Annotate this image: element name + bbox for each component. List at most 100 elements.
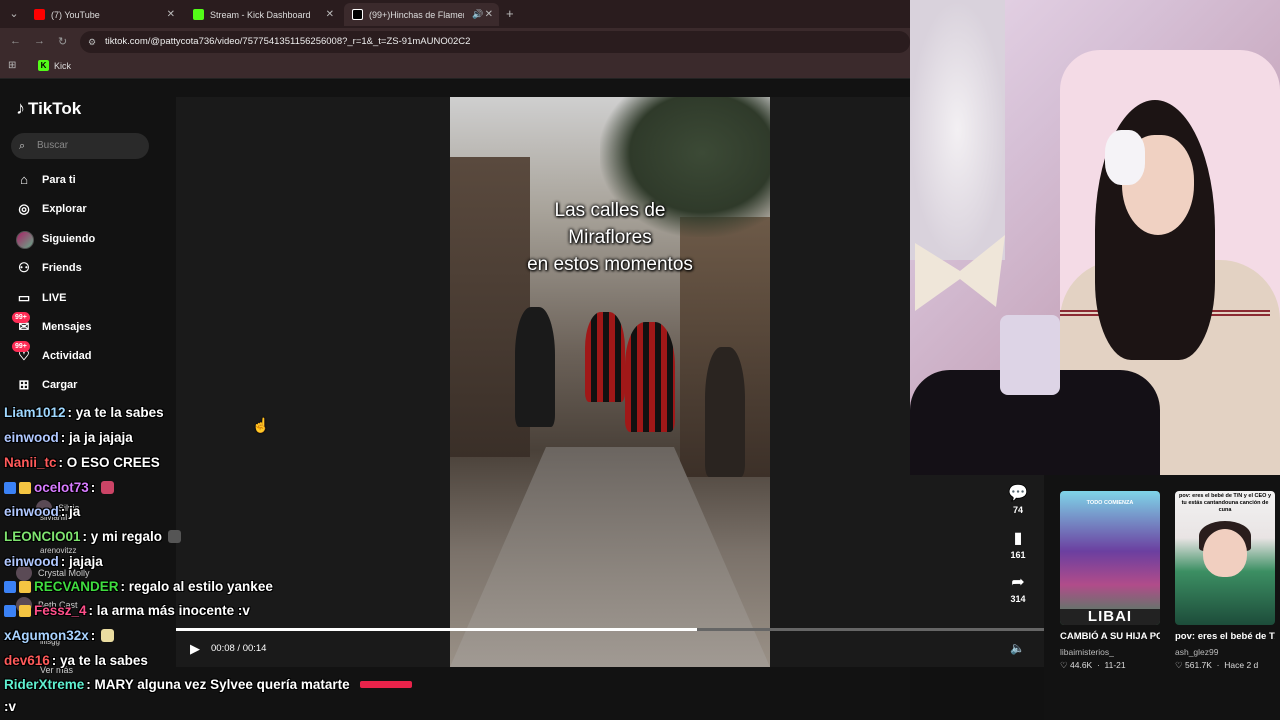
chat-emote-icon — [101, 481, 115, 494]
compass-icon: ◎ — [18, 201, 30, 216]
chat-text: : ya te la sabes — [51, 653, 148, 668]
share-button[interactable]: ➦ 314 — [1005, 574, 1031, 604]
chat-text: : regalo al estilo yankee — [120, 579, 273, 594]
thumbnail-overlay-text: TODO COMIENZA — [1086, 500, 1134, 506]
video-scene-person — [515, 307, 555, 427]
webcam-christmas-tree — [910, 0, 1005, 260]
new-tab-button[interactable]: + — [506, 6, 514, 21]
comment-icon: 💬 — [1008, 485, 1028, 502]
chat-text: : ja ja jajaja — [60, 430, 133, 445]
play-icon[interactable]: ▶ — [190, 642, 204, 656]
chat-username[interactable]: RiderXtreme — [4, 677, 84, 692]
tab-tiktok[interactable]: (99+)Hinchas de Flamengo 🔊 ✕ — [344, 3, 499, 26]
address-bar[interactable]: ⚙ tiktok.com/@pattycota736/video/7577541… — [80, 31, 910, 53]
nav-cargar[interactable]: ⊞ Cargar — [16, 374, 78, 396]
chat-username[interactable]: Liam1012 — [4, 405, 66, 420]
nav-mensajes[interactable]: ✉ 99+ Mensajes — [12, 312, 92, 338]
nav-label: Cargar — [42, 379, 78, 391]
chat-message: LEONCIO01: y mi regalo — [4, 529, 182, 544]
tab-search-icon[interactable]: ⌄ — [5, 5, 23, 23]
nav-label: Mensajes — [42, 321, 92, 333]
chat-username[interactable]: dev616 — [4, 653, 50, 668]
progress-fill — [176, 628, 697, 631]
nav-actividad[interactable]: ♡ 99+ Actividad — [12, 341, 92, 367]
subscriber-badge-icon — [19, 481, 31, 494]
video-time: 00:08 / 00:14 — [211, 643, 267, 654]
volume-icon[interactable]: 🔈 — [1010, 641, 1025, 655]
speaker-icon[interactable]: 🔊 — [472, 9, 483, 20]
nav-friends[interactable]: ⚇ Friends — [16, 257, 82, 279]
tab-youtube[interactable]: (7) YouTube ✕ — [26, 3, 181, 26]
chat-username[interactable]: einwood — [4, 430, 59, 445]
video-scene-person — [705, 347, 745, 477]
reload-icon[interactable]: ↻ — [58, 35, 67, 48]
nav-explorar[interactable]: ◎ Explorar — [16, 198, 86, 220]
chat-text: : y mi regalo — [82, 529, 163, 544]
nav-siguiendo[interactable]: Siguiendo — [16, 228, 95, 250]
chat-username[interactable]: ocelot73 — [34, 480, 89, 495]
chat-message: Fessz_4: la arma más inocente :v — [4, 603, 250, 618]
suggested-video-meta: ♡ 561.7K · Hace 2 d — [1175, 660, 1259, 670]
suggested-video-title[interactable]: pov: eres el bebé de T/N y el CEO #ynpo.… — [1175, 630, 1275, 644]
close-tab-icon[interactable]: ✕ — [167, 9, 175, 20]
webcam-feed — [910, 0, 1280, 475]
chat-username[interactable]: xAgumon32x — [4, 628, 89, 643]
post-date: 11-21 — [1104, 660, 1126, 670]
youtube-favicon-icon — [34, 9, 45, 20]
share-count: 314 — [1010, 594, 1026, 604]
bookmarks-bar: ⊞ K Kick — [0, 55, 910, 79]
video-thumbnail[interactable]: TODO COMIENZA LIBAI — [1060, 491, 1160, 625]
share-icon: ➦ — [1011, 574, 1025, 591]
close-tab-icon[interactable]: ✕ — [485, 9, 493, 20]
subscriber-badge-icon — [19, 580, 31, 593]
chat-emote-icon — [168, 530, 182, 543]
activity-icon: ♡ 99+ — [12, 341, 32, 364]
chat-message: ocelot73: — [4, 480, 115, 495]
chat-text: : ja — [60, 504, 81, 519]
video-scene-person — [585, 312, 625, 402]
home-icon: ⌂ — [20, 172, 28, 187]
nav-para-ti[interactable]: ⌂ Para ti — [16, 169, 76, 191]
apps-grid-icon[interactable]: ⊞ — [8, 60, 16, 71]
caption-line: Las calles de — [554, 200, 666, 221]
tiktok-note-icon: ♪ — [16, 98, 25, 118]
video-frame[interactable]: Las calles de Miraflores en estos moment… — [450, 97, 770, 667]
chat-message: RiderXtreme: MARY alguna vez Sylvee quer… — [4, 677, 350, 692]
site-info-icon[interactable]: ⚙ — [88, 31, 96, 53]
thumbnail-overlay-text: LIBAI — [1060, 609, 1160, 625]
bookmark-icon: ▮ — [1013, 530, 1023, 547]
chat-emote-icon — [101, 629, 115, 642]
caption-line: Miraflores — [568, 227, 652, 248]
nav-live[interactable]: ▭ LIVE — [16, 287, 67, 309]
chat-username[interactable]: Nanii_tc — [4, 455, 57, 470]
chat-message: einwood: jajaja — [4, 554, 103, 569]
bookmark-kick[interactable]: K Kick — [38, 60, 71, 71]
chat-text: : O ESO CREES — [58, 455, 160, 470]
forward-icon[interactable]: → — [34, 35, 45, 47]
suggested-video-title[interactable]: CAMBIÓ A SU HIJA POR DINERO Y UN... — [1060, 630, 1160, 644]
bookmark-button[interactable]: ▮ 161 — [1005, 530, 1031, 560]
subscriber-badge-icon — [19, 604, 31, 617]
chat-username[interactable]: einwood — [4, 504, 59, 519]
logo-text: TikTok — [28, 98, 82, 118]
comment-button[interactable]: 💬 74 — [1005, 485, 1031, 515]
back-icon[interactable]: ← — [10, 35, 21, 47]
search-input[interactable]: ⌕ Buscar — [11, 133, 149, 159]
chat-username[interactable]: einwood — [4, 554, 59, 569]
suggested-video-card[interactable]: pov: eres el bebé de T/N y el CEO y tu e… — [1175, 491, 1275, 671]
tiktok-logo[interactable]: ♪ TikTok — [16, 98, 81, 119]
close-tab-icon[interactable]: ✕ — [326, 9, 334, 20]
chat-text: : MARY alguna vez Sylvee quería matarte — [86, 677, 350, 692]
chat-username[interactable]: LEONCIO01 — [4, 529, 81, 544]
caption-line: en estos momentos — [527, 254, 693, 275]
nav-label: Para ti — [42, 174, 76, 186]
chat-username[interactable]: Fessz_4 — [34, 603, 87, 618]
kick-icon: K — [38, 60, 49, 71]
suggested-video-author[interactable]: libaimisterios_ — [1060, 647, 1160, 657]
tab-kick-dashboard[interactable]: Stream - Kick Dashboard ✕ — [185, 3, 340, 26]
video-thumbnail[interactable]: pov: eres el bebé de T/N y el CEO y tu e… — [1175, 491, 1275, 625]
video-progress-bar[interactable] — [176, 628, 1044, 631]
suggested-video-author[interactable]: ash_glez99 — [1175, 647, 1275, 657]
suggested-video-card[interactable]: TODO COMIENZA LIBAI CAMBIÓ A SU HIJA POR… — [1060, 491, 1160, 671]
chat-username[interactable]: RECVANDER — [34, 579, 119, 594]
